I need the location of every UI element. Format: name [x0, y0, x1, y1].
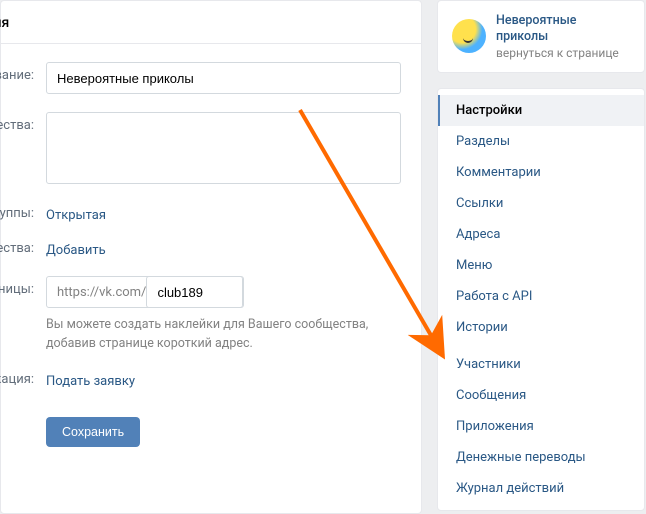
desc-textarea[interactable]: [46, 112, 401, 184]
name-input[interactable]: [46, 62, 401, 94]
address-label: аницы:: [0, 276, 46, 297]
page-title: мация: [0, 1, 421, 44]
subject-label: цества:: [0, 241, 46, 256]
type-label: руппы:: [0, 206, 46, 221]
nav-item-7[interactable]: Истории: [438, 312, 644, 343]
nav-item-12[interactable]: Журнал действий: [438, 473, 644, 504]
nav-item-3[interactable]: Ссылки: [438, 188, 644, 219]
address-hint: Вы можете создать наклейки для Вашего со…: [46, 316, 401, 354]
back-link[interactable]: вернуться к странице: [496, 46, 630, 60]
nav-item-11[interactable]: Денежные переводы: [438, 442, 644, 473]
nav-item-0[interactable]: Настройки: [438, 95, 644, 126]
type-link[interactable]: Открытая: [46, 206, 106, 223]
desc-label: цества:: [0, 112, 46, 133]
nav-item-6[interactable]: Работа с API: [438, 281, 644, 312]
verify-label: кация:: [0, 372, 46, 387]
avatar: [452, 19, 486, 53]
nav-item-9[interactable]: Сообщения: [438, 380, 644, 411]
group-card[interactable]: Невероятные приколы вернуться к странице: [437, 0, 645, 73]
url-input[interactable]: [146, 276, 243, 308]
nav-item-4[interactable]: Адреса: [438, 219, 644, 250]
nav-item-2[interactable]: Комментарии: [438, 157, 644, 188]
name-label: вание:: [0, 62, 46, 83]
nav-item-10[interactable]: Приложения: [438, 411, 644, 442]
url-field[interactable]: https://vk.com/: [46, 276, 244, 308]
group-name: Невероятные приколы: [496, 13, 630, 46]
subject-add-link[interactable]: Добавить: [46, 241, 106, 258]
nav-item-5[interactable]: Меню: [438, 250, 644, 281]
nav-item-8[interactable]: Участники: [438, 349, 644, 380]
save-button[interactable]: Сохранить: [46, 417, 140, 447]
verify-link[interactable]: Подать заявку: [46, 372, 135, 389]
settings-nav: НастройкиРазделыКомментарииСсылкиАдресаМ…: [437, 88, 645, 511]
url-prefix: https://vk.com/: [47, 285, 146, 300]
nav-item-1[interactable]: Разделы: [438, 126, 644, 157]
